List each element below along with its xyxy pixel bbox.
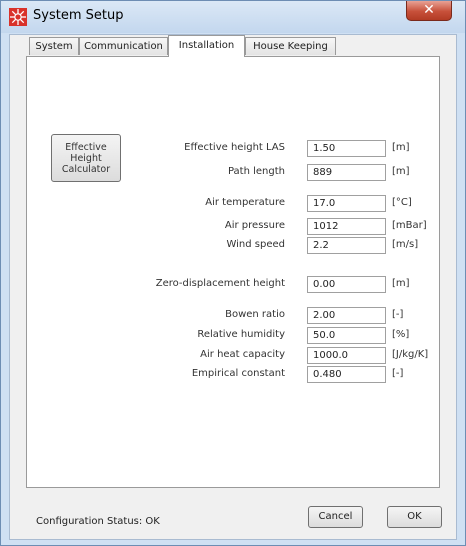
installation-panel: Effective Height Calculator Effective he…	[26, 56, 440, 488]
air-pressure-input[interactable]	[307, 218, 386, 235]
tab-communication[interactable]: Communication	[79, 37, 168, 55]
zero-displacement-height-unit: [m]	[392, 278, 410, 289]
window-title: System Setup	[33, 8, 124, 23]
air-pressure-unit: [mBar]	[392, 220, 427, 231]
effective-height-calculator-button[interactable]: Effective Height Calculator	[51, 134, 121, 182]
tab-house-keeping[interactable]: House Keeping	[245, 37, 336, 55]
empirical-constant-input[interactable]	[307, 366, 386, 383]
path-length-unit: [m]	[392, 166, 410, 177]
air-temperature-label: Air temperature	[205, 197, 285, 208]
sun-settings-icon	[9, 8, 27, 26]
effective-height-unit: [m]	[392, 142, 410, 153]
bowen-ratio-unit: [-]	[392, 309, 404, 320]
configuration-status: Configuration Status: OK	[36, 516, 160, 527]
air-heat-capacity-unit: [J/kg/K]	[392, 349, 429, 360]
relative-humidity-unit: [%]	[392, 329, 410, 340]
air-heat-capacity-label: Air heat capacity	[200, 349, 285, 360]
path-length-label: Path length	[227, 166, 285, 177]
air-temperature-input[interactable]	[307, 195, 386, 212]
zero-displacement-height-input[interactable]	[307, 276, 386, 293]
title-bar[interactable]: System Setup ✕	[1, 1, 465, 33]
wind-speed-unit: [m/s]	[392, 239, 419, 250]
wind-speed-label: Wind speed	[226, 239, 285, 250]
effective-height-label: Effective height LAS	[184, 142, 285, 153]
empirical-constant-unit: [-]	[392, 368, 404, 379]
relative-humidity-label: Relative humidity	[197, 329, 285, 340]
cancel-button[interactable]: Cancel	[308, 506, 363, 528]
close-button[interactable]: ✕	[406, 1, 452, 21]
bowen-ratio-input[interactable]	[307, 307, 386, 324]
wind-speed-input[interactable]	[307, 237, 386, 254]
tab-installation[interactable]: Installation	[168, 35, 245, 57]
tab-system[interactable]: System	[29, 37, 79, 55]
close-icon: ✕	[423, 2, 435, 18]
ok-button[interactable]: OK	[387, 506, 442, 528]
air-heat-capacity-input[interactable]	[307, 347, 386, 364]
air-pressure-label: Air pressure	[224, 220, 285, 231]
air-temperature-unit: [°C]	[392, 197, 412, 208]
zero-displacement-height-label: Zero-displacement height	[155, 278, 285, 289]
effective-height-input[interactable]	[307, 140, 386, 157]
empirical-constant-label: Empirical constant	[191, 368, 285, 379]
bowen-ratio-label: Bowen ratio	[225, 309, 285, 320]
relative-humidity-input[interactable]	[307, 327, 386, 344]
path-length-input[interactable]	[307, 164, 386, 181]
